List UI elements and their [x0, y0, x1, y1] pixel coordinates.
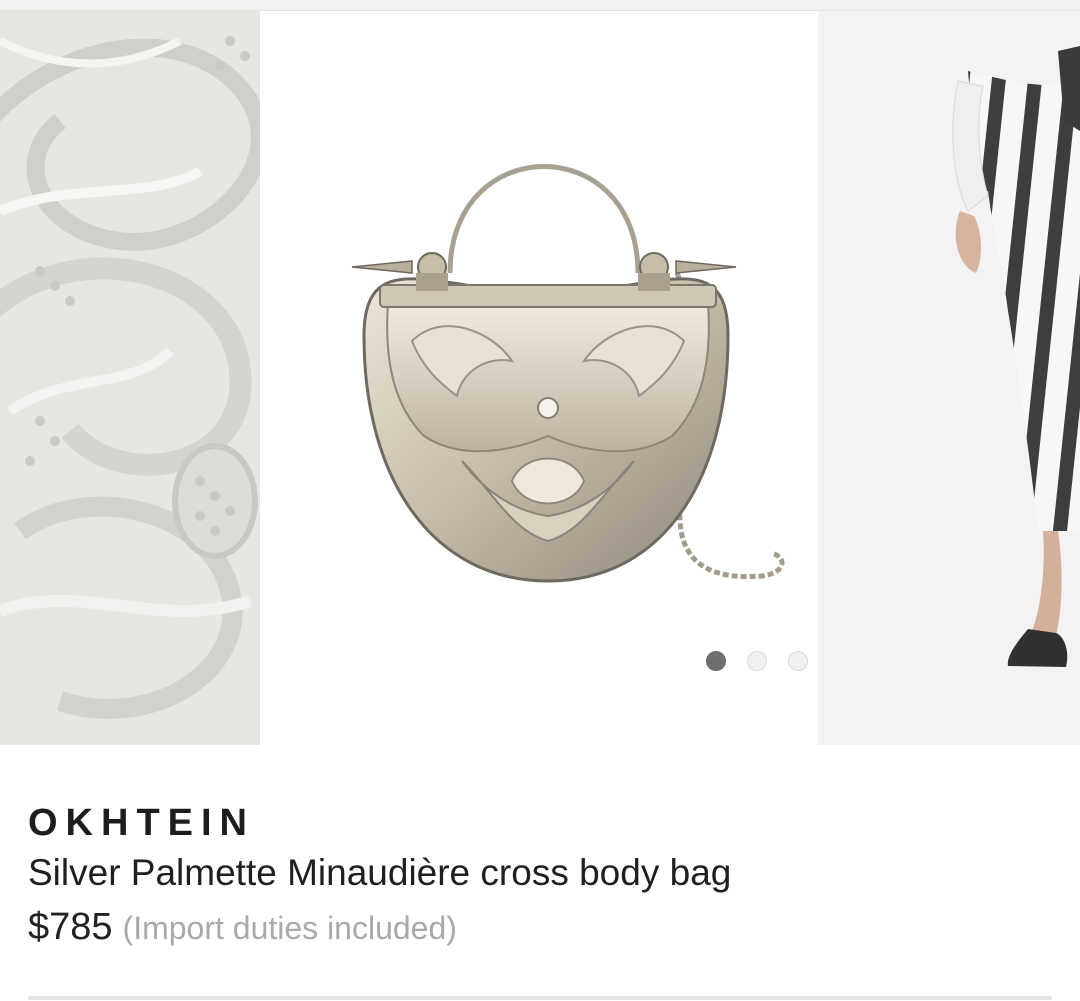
carousel-dot-3[interactable]	[788, 651, 808, 671]
carousel-slide-product[interactable]	[262, 11, 816, 745]
import-duties-note: (Import duties included)	[122, 910, 457, 946]
price-row: $785 (Import duties included)	[28, 904, 1052, 958]
embossed-detail-image	[0, 11, 260, 745]
model-striped-trousers-image	[818, 11, 1080, 745]
top-divider	[0, 0, 1080, 11]
product-info: OKHTEIN Silver Palmette Minaudière cross…	[28, 800, 1052, 958]
carousel-slide-detail[interactable]	[0, 11, 260, 745]
carousel-slide-model[interactable]	[818, 11, 1080, 745]
brand-name[interactable]: OKHTEIN	[28, 800, 1052, 846]
carousel-dot-1[interactable]	[706, 651, 726, 671]
section-divider	[28, 996, 1052, 1000]
product-image-carousel[interactable]	[0, 11, 1080, 745]
product-price: $785	[28, 906, 113, 948]
product-bag-image	[351, 164, 785, 583]
product-title: Silver Palmette Minaudière cross body ba…	[28, 852, 732, 893]
carousel-dot-2[interactable]	[747, 651, 767, 671]
carousel-pagination	[706, 651, 816, 671]
